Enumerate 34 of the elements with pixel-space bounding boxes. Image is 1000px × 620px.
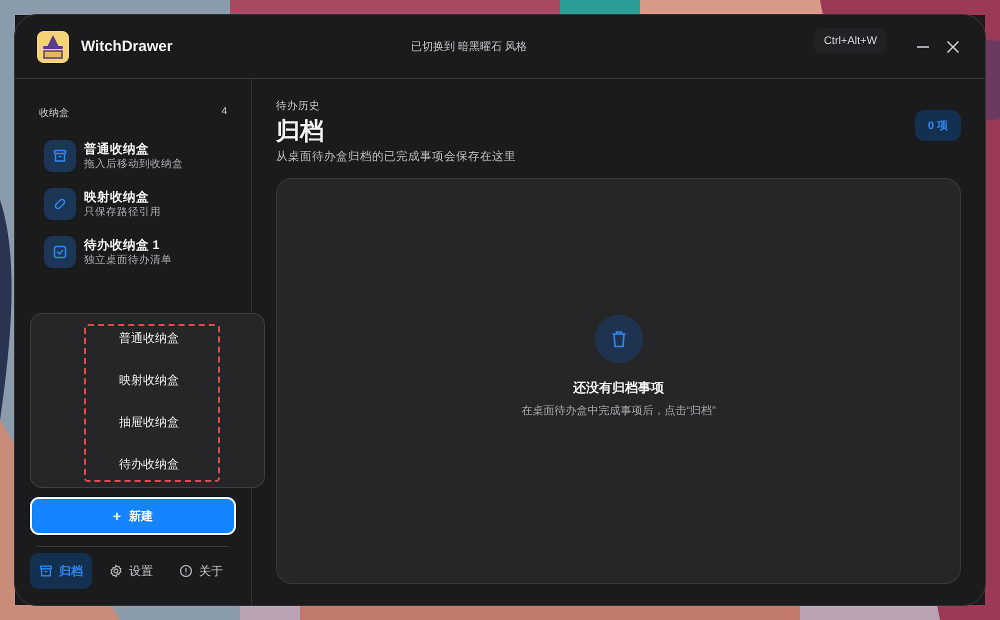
box-description: 拖入后移动到收纳盒	[84, 157, 183, 171]
info-icon	[179, 564, 193, 578]
box-title[interactable]: 普通收纳盒	[84, 141, 183, 157]
box-description: 只保存路径引用	[84, 205, 161, 219]
nav-tab[interactable]: 归档	[30, 553, 92, 589]
checkbox-icon	[52, 244, 68, 260]
page-title: 归档	[276, 117, 324, 147]
box-title[interactable]: 待办收纳盒 1	[84, 237, 172, 253]
settings-icon	[109, 564, 123, 578]
section-title: 收纳盒	[39, 106, 69, 120]
nav-tab[interactable]: 关于	[170, 553, 232, 589]
witch-hat-logo-icon	[37, 30, 69, 62]
status-message: 已切换到 暗黑曜石 风格	[411, 40, 528, 54]
count-badge: 0 项	[914, 110, 961, 141]
menu-item[interactable]: 普通收纳盒	[119, 328, 179, 349]
nav-tab[interactable]: 设置	[100, 553, 162, 589]
app-title: WitchDrawer	[81, 38, 174, 55]
box-count: 4	[221, 106, 227, 119]
box-description: 独立桌面待办清单	[84, 253, 172, 267]
page-subtitle: 从桌面待办盒归档的已完成事项会保存在这里	[276, 149, 517, 164]
new-button[interactable]: + 新建	[30, 497, 236, 535]
menu-item[interactable]: 待办收纳盒	[119, 454, 179, 475]
minimize-icon	[916, 46, 930, 48]
box-title[interactable]: 映射收纳盒	[84, 189, 161, 205]
empty-title: 还没有归档事项	[573, 378, 664, 396]
archive-box-icon	[39, 564, 53, 578]
page-eyebrow: 待办历史	[276, 99, 321, 113]
menu-item[interactable]: 映射收纳盒	[119, 370, 179, 391]
empty-hint: 在桌面待办盒中完成事项后，点击“归档”	[521, 404, 716, 418]
shortcut-hint: Ctrl+Alt+W	[814, 28, 887, 54]
archive-box-icon	[52, 148, 68, 164]
menu-item[interactable]: 抽屉收纳盒	[119, 412, 179, 433]
close-icon	[946, 40, 960, 54]
link-icon	[52, 196, 68, 212]
